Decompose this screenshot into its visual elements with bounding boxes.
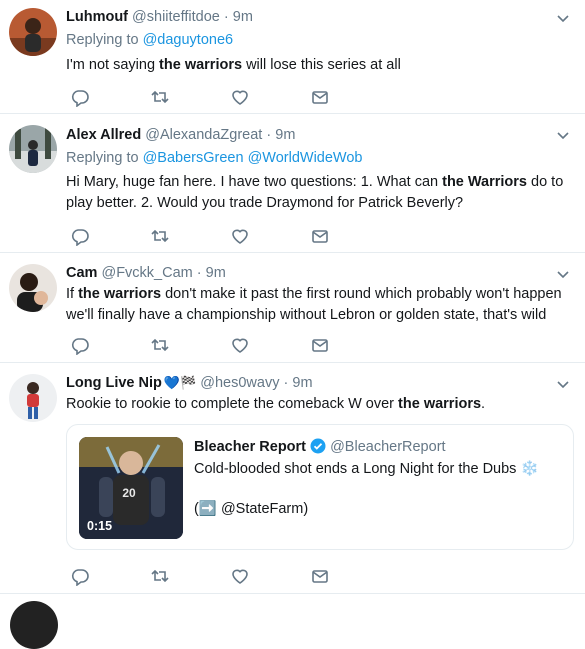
display-name[interactable]: Luhmouf (66, 9, 128, 25)
reply-mention[interactable]: @BabersGreen (143, 150, 244, 166)
chevron-down-icon[interactable] (555, 376, 571, 392)
like-icon[interactable] (230, 566, 250, 586)
jersey-number: 20 (122, 486, 136, 500)
like-icon[interactable] (230, 87, 250, 107)
text-span: Hi Mary, huge fan here. I have two quest… (66, 174, 443, 190)
text-highlight: the warriors (78, 286, 162, 302)
timestamp[interactable]: 9m (233, 9, 253, 25)
chevron-down-icon[interactable] (555, 127, 571, 143)
tweet-text: I'm not saying the warriors will lose th… (66, 55, 573, 76)
timestamp[interactable]: 9m (292, 375, 312, 391)
quote-mention-line: (➡️ @StateFarm) (194, 499, 561, 520)
avatar[interactable] (9, 374, 57, 422)
quote-user-handle[interactable]: @BleacherReport (330, 439, 445, 455)
display-name[interactable]: Long Live Nip (66, 375, 162, 391)
video-duration: 0:15 (87, 519, 113, 533)
avatar[interactable] (9, 264, 57, 312)
tweet[interactable]: Long Live Nip 💙🏁 @hes0wavy · 9m Rookie to… (0, 362, 585, 594)
text-span: will lose this series at all (242, 57, 401, 73)
tweet-text: Rookie to rookie to complete the comebac… (66, 394, 573, 415)
user-handle[interactable]: @Fvckk_Cam (101, 265, 192, 281)
user-handle[interactable]: @hes0wavy (200, 375, 279, 391)
separator-dot: · (266, 127, 272, 143)
retweet-icon[interactable] (150, 226, 170, 246)
retweet-icon[interactable] (150, 566, 170, 586)
user-handle[interactable]: @shiiteffitdoe (132, 9, 220, 25)
quote-mention[interactable]: @StateFarm) (221, 501, 308, 517)
timestamp[interactable]: 9m (206, 265, 226, 281)
avatar[interactable] (9, 125, 57, 173)
display-name[interactable]: Cam (66, 265, 97, 281)
tweet-text: If the warriors don't make it past the f… (66, 284, 573, 326)
like-icon[interactable] (230, 335, 250, 355)
user-handle[interactable]: @AlexandaZgreat (145, 127, 262, 143)
separator-dot: · (283, 375, 289, 391)
snowflake-icon: ❄️ (520, 461, 539, 477)
reply-icon[interactable] (70, 226, 90, 246)
text-highlight: the warriors (159, 57, 243, 73)
separator-dot: · (223, 9, 229, 25)
retweet-icon[interactable] (150, 335, 170, 355)
reply-icon[interactable] (70, 87, 90, 107)
reply-icon[interactable] (70, 335, 90, 355)
video-thumbnail[interactable]: 20 0:15 (79, 437, 183, 539)
tweet[interactable]: Cam @Fvckk_Cam · 9m If the warriors don'… (0, 252, 585, 363)
reply-mention[interactable]: @daguytone6 (143, 32, 234, 48)
like-icon[interactable] (230, 226, 250, 246)
reply-prefix: Replying to (66, 150, 139, 166)
name-emoji: 💙🏁 (163, 375, 197, 390)
reply-mention[interactable]: @WorldWideWob (248, 150, 363, 166)
timestamp[interactable]: 9m (275, 127, 295, 143)
reply-icon[interactable] (70, 566, 90, 586)
chevron-down-icon[interactable] (555, 10, 571, 26)
chevron-down-icon[interactable] (555, 266, 571, 282)
text-span: If (66, 286, 79, 302)
tweet[interactable]: Alex Allred @AlexandaZgreat · 9m Replyin… (0, 113, 585, 253)
separator-dot: · (196, 265, 202, 281)
text-span: I'm not saying (66, 57, 160, 73)
dm-icon[interactable] (310, 226, 330, 246)
quote-text: Cold-blooded shot ends a Long Night for … (194, 459, 561, 480)
text-highlight: the warriors (398, 396, 482, 412)
text-span: . (481, 396, 486, 412)
dm-icon[interactable] (310, 566, 330, 586)
text-highlight: the Warriors (442, 174, 527, 190)
avatar[interactable] (10, 601, 58, 649)
quote-tweet-card[interactable]: 20 0:15 Bleacher Report @BleacherReport … (66, 424, 574, 550)
tweet-text: Hi Mary, huge fan here. I have two quest… (66, 172, 573, 214)
text-span: Rookie to rookie to complete the comebac… (66, 396, 399, 412)
dm-icon[interactable] (310, 335, 330, 355)
reply-context: Replying to @BabersGreen @WorldWideWob (66, 148, 573, 168)
tweet[interactable]: Luhmouf @shiiteffitdoe · 9m Replying to … (0, 0, 585, 114)
quote-display-name[interactable]: Bleacher Report (194, 439, 306, 455)
avatar[interactable] (9, 8, 57, 56)
display-name[interactable]: Alex Allred (66, 127, 141, 143)
retweet-icon[interactable] (150, 87, 170, 107)
dm-icon[interactable] (310, 87, 330, 107)
reply-context: Replying to @daguytone6 (66, 30, 573, 50)
quote-text-body: Cold-blooded shot ends a Long Night for … (194, 461, 517, 477)
right-arrow-icon: ➡️ (198, 501, 217, 517)
verified-icon (310, 438, 326, 454)
reply-prefix: Replying to (66, 32, 139, 48)
